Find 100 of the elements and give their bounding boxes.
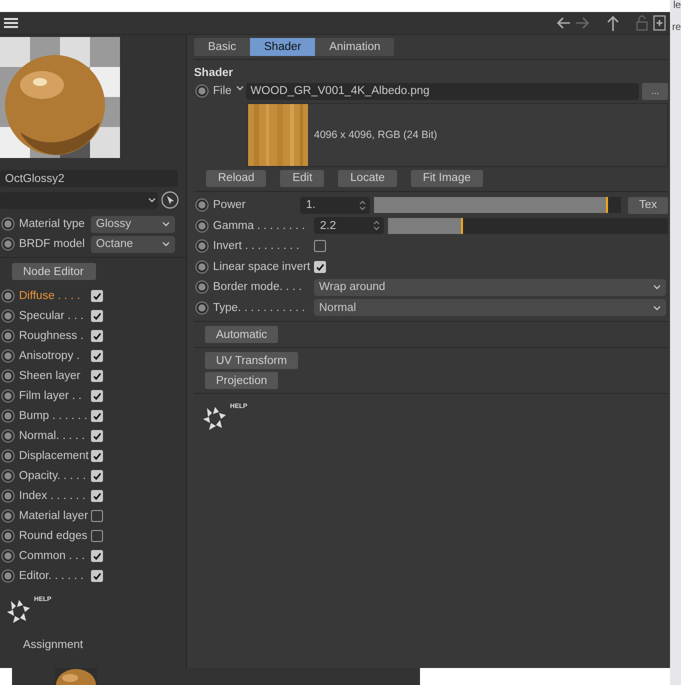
section-title: Shader (194, 67, 234, 81)
chevron-icon (162, 221, 170, 227)
chevron-icon[interactable] (236, 85, 244, 91)
channel-item[interactable]: Common . . . (19, 550, 91, 562)
keyframe-icon[interactable] (1, 569, 15, 583)
channel-item[interactable]: Round edges (19, 530, 91, 542)
number-field[interactable]: 1. (300, 196, 370, 214)
keyframe-icon[interactable] (1, 237, 15, 251)
checkbox[interactable] (314, 260, 326, 273)
back-arrow-icon[interactable] (555, 14, 571, 32)
spinner-icon[interactable] (373, 220, 380, 232)
checkbox[interactable] (91, 330, 103, 342)
keyframe-icon[interactable] (1, 489, 15, 503)
assignment-label[interactable]: Assignment (0, 630, 186, 651)
menu-icon[interactable] (4, 17, 18, 29)
checkbox[interactable] (91, 490, 103, 502)
keyframe-icon[interactable] (1, 409, 15, 423)
keyframe-icon[interactable] (195, 280, 209, 294)
checkbox[interactable] (91, 370, 103, 382)
checkbox[interactable] (91, 390, 103, 402)
checkbox[interactable] (91, 470, 103, 482)
property-label: Linear space invert (213, 260, 311, 273)
checkbox[interactable] (91, 570, 103, 582)
checkbox[interactable] (314, 240, 326, 252)
chevron-icon (653, 304, 661, 311)
channel-item[interactable]: Anisotropy . (19, 350, 91, 362)
channel-item[interactable]: Sheen layer (19, 370, 91, 382)
link-field[interactable] (0, 192, 158, 208)
name-field[interactable]: OctGlossy2 (0, 170, 178, 187)
dropdown[interactable]: Octane (91, 236, 175, 252)
channel-item[interactable]: Material layer (19, 510, 91, 522)
keyframe-icon[interactable] (1, 429, 15, 443)
keyframe-icon[interactable] (1, 509, 15, 523)
channel-item[interactable]: Normal. . . . . (19, 430, 91, 442)
property-label: Border mode. . . . (213, 281, 303, 294)
keyframe-icon[interactable] (1, 369, 15, 383)
tab[interactable]: Shader (250, 38, 316, 56)
file-label: File (213, 85, 232, 97)
checkbox[interactable] (91, 510, 103, 522)
dropdown[interactable]: Normal (314, 299, 666, 316)
shader-button[interactable]: Edit (280, 170, 324, 186)
pick-icon[interactable] (161, 191, 179, 209)
shader-button[interactable]: Reload (206, 170, 266, 186)
dropdown[interactable]: Wrap around (314, 278, 666, 296)
up-arrow-icon[interactable] (605, 14, 621, 32)
keyframe-icon[interactable] (1, 309, 15, 323)
action-button[interactable]: Automatic (205, 326, 278, 343)
checkbox[interactable] (91, 350, 103, 362)
plus-box-icon[interactable] (653, 14, 666, 32)
channel-item[interactable]: Opacity. . . . . (19, 470, 91, 482)
checkbox[interactable] (91, 310, 103, 322)
channel-item[interactable]: Film layer . . (19, 390, 91, 402)
checkbox[interactable] (91, 550, 103, 562)
checkbox[interactable] (91, 430, 103, 442)
channel-item[interactable]: Bump . . . . . . (19, 410, 91, 422)
action-button[interactable]: UV Transform (205, 352, 298, 369)
action-button[interactable]: Projection (205, 372, 278, 389)
tab[interactable]: Basic (194, 38, 250, 56)
checkbox[interactable] (91, 410, 103, 422)
node-editor-button[interactable]: Node Editor (12, 263, 96, 280)
channel-item[interactable]: Editor. . . . . . (19, 570, 91, 582)
chevron-icon (162, 241, 170, 247)
spinner-icon[interactable] (359, 200, 366, 211)
keyframe-icon[interactable] (1, 349, 15, 363)
keyframe-icon[interactable] (1, 289, 15, 303)
keyframe-icon[interactable] (1, 389, 15, 403)
number-field[interactable]: 2.2 (314, 217, 384, 234)
chevron-icon (653, 284, 661, 290)
tab[interactable]: Animation (315, 38, 394, 56)
channel-item[interactable]: Displacement (19, 450, 91, 462)
dropdown[interactable]: Glossy (91, 216, 175, 232)
image-info: 4096 x 4096, RGB (24 Bit) (314, 129, 438, 141)
channel-item[interactable]: Specular . . . (19, 310, 91, 322)
keyframe-icon[interactable] (1, 549, 15, 563)
slider-fill[interactable] (374, 197, 608, 214)
slider-fill[interactable] (388, 218, 463, 234)
browse-button[interactable]: ... (642, 82, 668, 100)
shader-button[interactable]: Locate (338, 170, 397, 186)
checkbox[interactable] (91, 530, 103, 542)
keyframe-icon[interactable] (195, 300, 209, 315)
shader-button[interactable]: Fit Image (410, 170, 483, 186)
keyframe-icon[interactable] (195, 198, 209, 212)
texture-button[interactable]: Tex (628, 196, 668, 214)
keyframe-icon[interactable] (195, 84, 209, 98)
keyframe-icon[interactable] (195, 218, 209, 233)
keyframe-icon[interactable] (1, 217, 15, 231)
keyframe-icon[interactable] (1, 529, 15, 543)
keyframe-icon[interactable] (195, 260, 209, 274)
channel-item[interactable]: Index . . . . . . (19, 490, 91, 502)
keyframe-icon[interactable] (1, 329, 15, 343)
channel-item[interactable]: Roughness . (19, 330, 91, 342)
checkbox[interactable] (91, 290, 103, 302)
property-label: Power (213, 199, 247, 212)
checkbox[interactable] (91, 450, 103, 462)
keyframe-icon[interactable] (1, 469, 15, 483)
property-label: Type. . . . . . . . . . . (213, 302, 306, 314)
file-path-field[interactable]: WOOD_GR_V001_4K_Albedo.png (246, 82, 640, 100)
keyframe-icon[interactable] (1, 449, 15, 463)
channel-item[interactable]: Diffuse . . . . (19, 290, 91, 302)
keyframe-icon[interactable] (195, 239, 209, 254)
